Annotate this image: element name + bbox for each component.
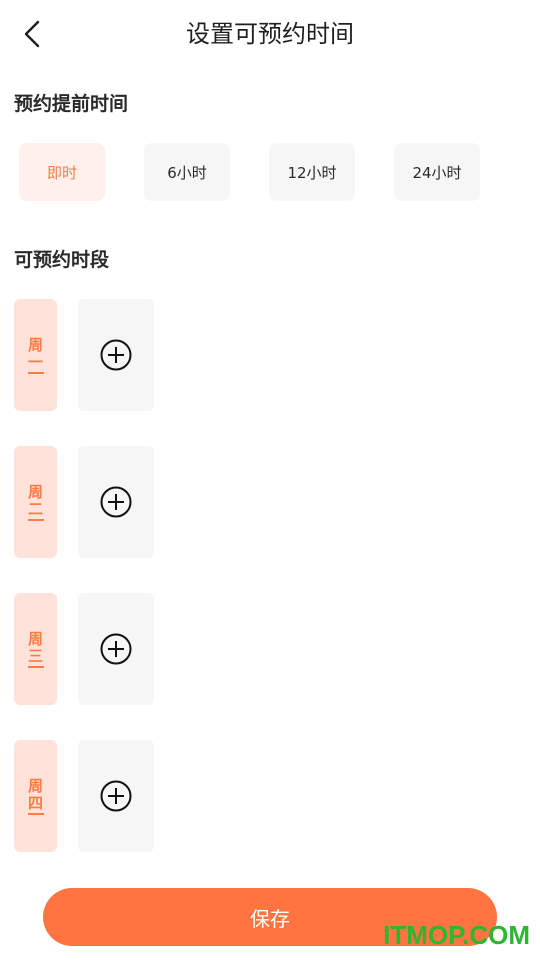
day-label: 周一	[14, 299, 57, 411]
advance-time-section-title: 预约提前时间	[14, 93, 129, 115]
header-bar: 设置可预约时间	[0, 0, 540, 66]
day-row-wednesday: 周三	[14, 593, 174, 705]
advance-option-24h[interactable]: 24小时	[394, 143, 480, 201]
add-time-slot-button[interactable]	[78, 593, 154, 705]
advance-option-6h[interactable]: 6小时	[144, 143, 230, 201]
plus-circle-icon	[100, 633, 132, 665]
add-time-slot-button[interactable]	[78, 740, 154, 852]
day-label: 周四	[14, 740, 57, 852]
day-row-tuesday: 周二	[14, 446, 174, 558]
watermark-logo: ITMOP.COM	[383, 920, 530, 950]
booking-time-settings-page: 设置可预约时间 预约提前时间 即时 6小时 12小时 24小时 可预约时段 周一…	[0, 0, 540, 960]
day-row-thursday: 周四	[14, 740, 174, 852]
advance-option-12h[interactable]: 12小时	[269, 143, 355, 201]
time-slot-section-title: 可预约时段	[14, 249, 110, 271]
add-time-slot-button[interactable]	[78, 299, 154, 411]
add-time-slot-button[interactable]	[78, 446, 154, 558]
page-title: 设置可预约时间	[186, 20, 354, 48]
day-label: 周二	[14, 446, 57, 558]
plus-circle-icon	[100, 339, 132, 371]
day-label-text: 周二	[27, 483, 44, 521]
plus-circle-icon	[100, 780, 132, 812]
day-row-monday: 周一	[14, 299, 174, 411]
day-label: 周三	[14, 593, 57, 705]
plus-circle-icon	[100, 486, 132, 518]
day-label-text: 周四	[27, 777, 44, 815]
day-label-text: 周三	[27, 630, 44, 668]
advance-option-immediate[interactable]: 即时	[19, 143, 105, 201]
day-label-text: 周一	[27, 336, 44, 374]
